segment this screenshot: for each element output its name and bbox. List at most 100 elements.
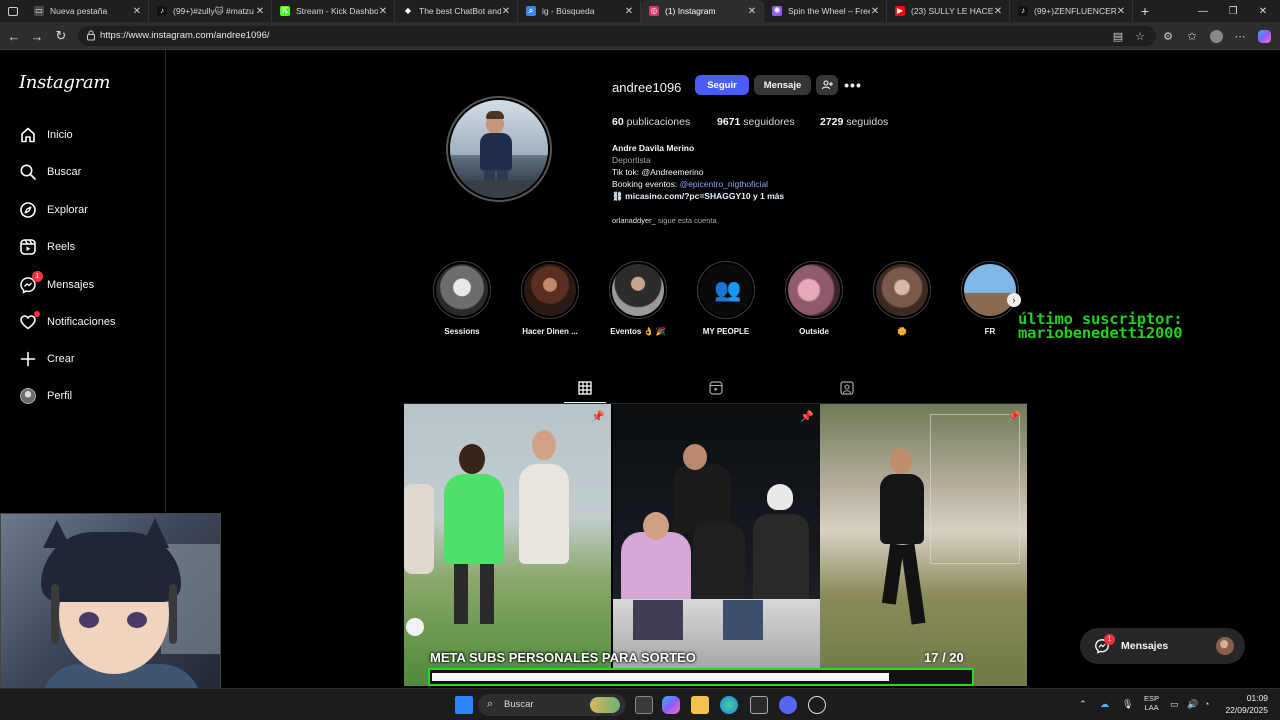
- suggested-accounts-button[interactable]: [816, 75, 838, 95]
- copilot-icon[interactable]: [1256, 28, 1272, 44]
- settings-menu-icon[interactable]: ⋯: [1232, 28, 1248, 44]
- highlight-item[interactable]: Sessions: [432, 261, 492, 336]
- close-tab-icon[interactable]: ✕: [747, 6, 757, 17]
- close-tab-icon[interactable]: ✕: [993, 6, 1003, 17]
- tab-favicon-icon: ♪: [157, 6, 167, 16]
- taskbar-search[interactable]: ⌕ Buscar: [478, 694, 626, 716]
- close-tab-icon[interactable]: ✕: [501, 6, 511, 17]
- pinned-post-icon: 📌: [800, 411, 814, 423]
- instagram-sidebar: Instagram Inicio Buscar Explorar Reels 1…: [0, 50, 166, 513]
- close-tab-icon[interactable]: ✕: [870, 6, 880, 17]
- url-field[interactable]: https://www.instagram.com/andree1096/ ▤ …: [78, 26, 1156, 46]
- browser-tab[interactable]: ♪ (99+)ZENFLUENCER (E✕: [1010, 0, 1133, 22]
- favorites-icon[interactable]: ✩: [1184, 28, 1200, 44]
- nav-item-reels[interactable]: Reels: [12, 232, 160, 262]
- tab-reels[interactable]: [706, 378, 726, 398]
- nav-item-crear[interactable]: Crear: [12, 344, 160, 374]
- post-thumbnail[interactable]: 📌: [820, 404, 1027, 686]
- microphone-icon[interactable]: 🎙: [1122, 699, 1133, 710]
- network-icon[interactable]: ▭: [1170, 699, 1179, 710]
- bio-external-link[interactable]: ⛓ micasino.com/?pc=SHAGGY10 y 1 más: [612, 191, 784, 202]
- profile-avatar[interactable]: [446, 96, 552, 202]
- close-tab-icon[interactable]: ✕: [624, 6, 634, 17]
- tab-posts[interactable]: [575, 378, 595, 398]
- chevron-up-icon[interactable]: ⌃: [1079, 699, 1087, 710]
- site-info-icon[interactable]: [86, 30, 96, 41]
- close-tab-icon[interactable]: ✕: [378, 6, 388, 17]
- followed-by[interactable]: orlanaddyer_ sigue esta cuenta: [612, 216, 717, 225]
- link-icon: ⛓: [612, 191, 623, 201]
- input-language[interactable]: ESP LAA: [1144, 694, 1159, 712]
- file-explorer-icon[interactable]: [691, 696, 709, 714]
- nav-item-inicio[interactable]: Inicio: [12, 120, 160, 150]
- volume-icon[interactable]: 🔊: [1187, 699, 1198, 710]
- highlight-item[interactable]: Outside: [784, 261, 844, 336]
- tab-favicon-icon: K: [280, 6, 290, 16]
- nav-item-notificaciones[interactable]: Notificaciones: [12, 307, 160, 337]
- following-stat[interactable]: 2729 seguidos: [820, 116, 888, 128]
- discord-icon[interactable]: [779, 696, 797, 714]
- extensions-icon[interactable]: ⚙: [1160, 28, 1176, 44]
- message-button[interactable]: Mensaje: [754, 75, 811, 95]
- close-tab-icon[interactable]: ✕: [132, 6, 142, 17]
- tab-favicon-icon: ▭: [34, 6, 44, 16]
- favorite-star-icon[interactable]: ☆: [1132, 28, 1148, 44]
- highlight-item[interactable]: 🌼: [872, 261, 932, 336]
- start-windows-icon[interactable]: [455, 696, 473, 714]
- reader-mode-icon[interactable]: ▤: [1110, 28, 1126, 44]
- forward-icon[interactable]: →: [27, 26, 47, 46]
- minimize-icon[interactable]: —: [1188, 0, 1218, 22]
- nav-item-perfil[interactable]: Perfil: [12, 381, 160, 411]
- nav-item-mensajes[interactable]: 1 Mensajes: [12, 270, 160, 300]
- browser-tab[interactable]: ◎ (1) Instagram ✕: [641, 0, 764, 22]
- highlight-item[interactable]: Hacer Dinen ...: [520, 261, 580, 336]
- obs-icon[interactable]: [808, 696, 826, 714]
- post-thumbnail[interactable]: 📌: [404, 404, 611, 686]
- highlight-item[interactable]: Eventos 👌 🎉: [608, 261, 668, 336]
- battery-icon[interactable]: ◔: [1204, 699, 1209, 709]
- browser-tab[interactable]: ⌕ ig - Búsqueda ✕: [518, 0, 641, 22]
- copilot-icon[interactable]: [662, 696, 680, 714]
- window-menu-icon[interactable]: [0, 0, 26, 22]
- system-clock[interactable]: 01:09 22/09/2025: [1222, 692, 1268, 716]
- close-tab-icon[interactable]: ✕: [1116, 6, 1126, 17]
- back-icon[interactable]: ←: [4, 26, 24, 46]
- messages-pill[interactable]: 1 Mensajes: [1080, 628, 1245, 664]
- browser-tab[interactable]: ◆ The best ChatBot and ✕: [395, 0, 518, 22]
- nav-item-explorar[interactable]: Explorar: [12, 195, 160, 225]
- browser-tab[interactable]: K Stream - Kick Dashboa ✕: [272, 0, 395, 22]
- close-tab-icon[interactable]: ✕: [255, 6, 265, 17]
- nav-label: Crear: [47, 353, 75, 365]
- restore-icon[interactable]: ❐: [1218, 0, 1248, 22]
- browser-tab[interactable]: ♪ (99+)#zully🐱 #matzu ✕: [149, 0, 272, 22]
- browser-tab[interactable]: ▶ (23) SULLY LE HACE BA✕: [887, 0, 1010, 22]
- more-options-icon[interactable]: •••: [843, 75, 863, 95]
- tab-favicon-icon: ▶: [895, 6, 905, 16]
- browser-tab[interactable]: ✺ Spin the Wheel – Free ✕: [764, 0, 887, 22]
- goal-count: 17 / 20: [924, 650, 964, 665]
- edge-browser-icon[interactable]: [720, 696, 738, 714]
- onedrive-icon[interactable]: ☁: [1100, 699, 1109, 710]
- profile-avatar-icon[interactable]: [1208, 28, 1224, 44]
- profile-full-name: Andre Davila Merino: [612, 143, 695, 153]
- nav-item-buscar[interactable]: Buscar: [12, 157, 160, 187]
- reload-icon[interactable]: ↻: [51, 26, 71, 46]
- follow-button[interactable]: Seguir: [695, 75, 749, 95]
- bio-mention-link[interactable]: @epicentro_nigthoficial: [680, 179, 769, 189]
- highlight-item[interactable]: 👥 MY PEOPLE: [696, 261, 756, 336]
- nav-label: Inicio: [47, 129, 73, 141]
- followers-stat[interactable]: 9671 seguidores: [717, 116, 795, 128]
- close-window-icon[interactable]: ✕: [1248, 0, 1278, 22]
- tab-tagged[interactable]: [837, 378, 857, 398]
- post-thumbnail[interactable]: 📌: [613, 404, 820, 686]
- instagram-logo[interactable]: Instagram: [19, 72, 110, 93]
- profile-category: Deportista: [612, 155, 651, 165]
- new-tab-button[interactable]: +: [1133, 3, 1157, 19]
- chevron-right-icon[interactable]: ›: [1007, 293, 1021, 307]
- nav-label: Reels: [47, 241, 76, 253]
- browser-tab[interactable]: ▭ Nueva pestaña ✕: [26, 0, 149, 22]
- store-icon[interactable]: [750, 696, 768, 714]
- task-view-icon[interactable]: [635, 696, 653, 714]
- highlight-label: FR: [984, 327, 996, 336]
- profile-photo: [450, 100, 548, 198]
